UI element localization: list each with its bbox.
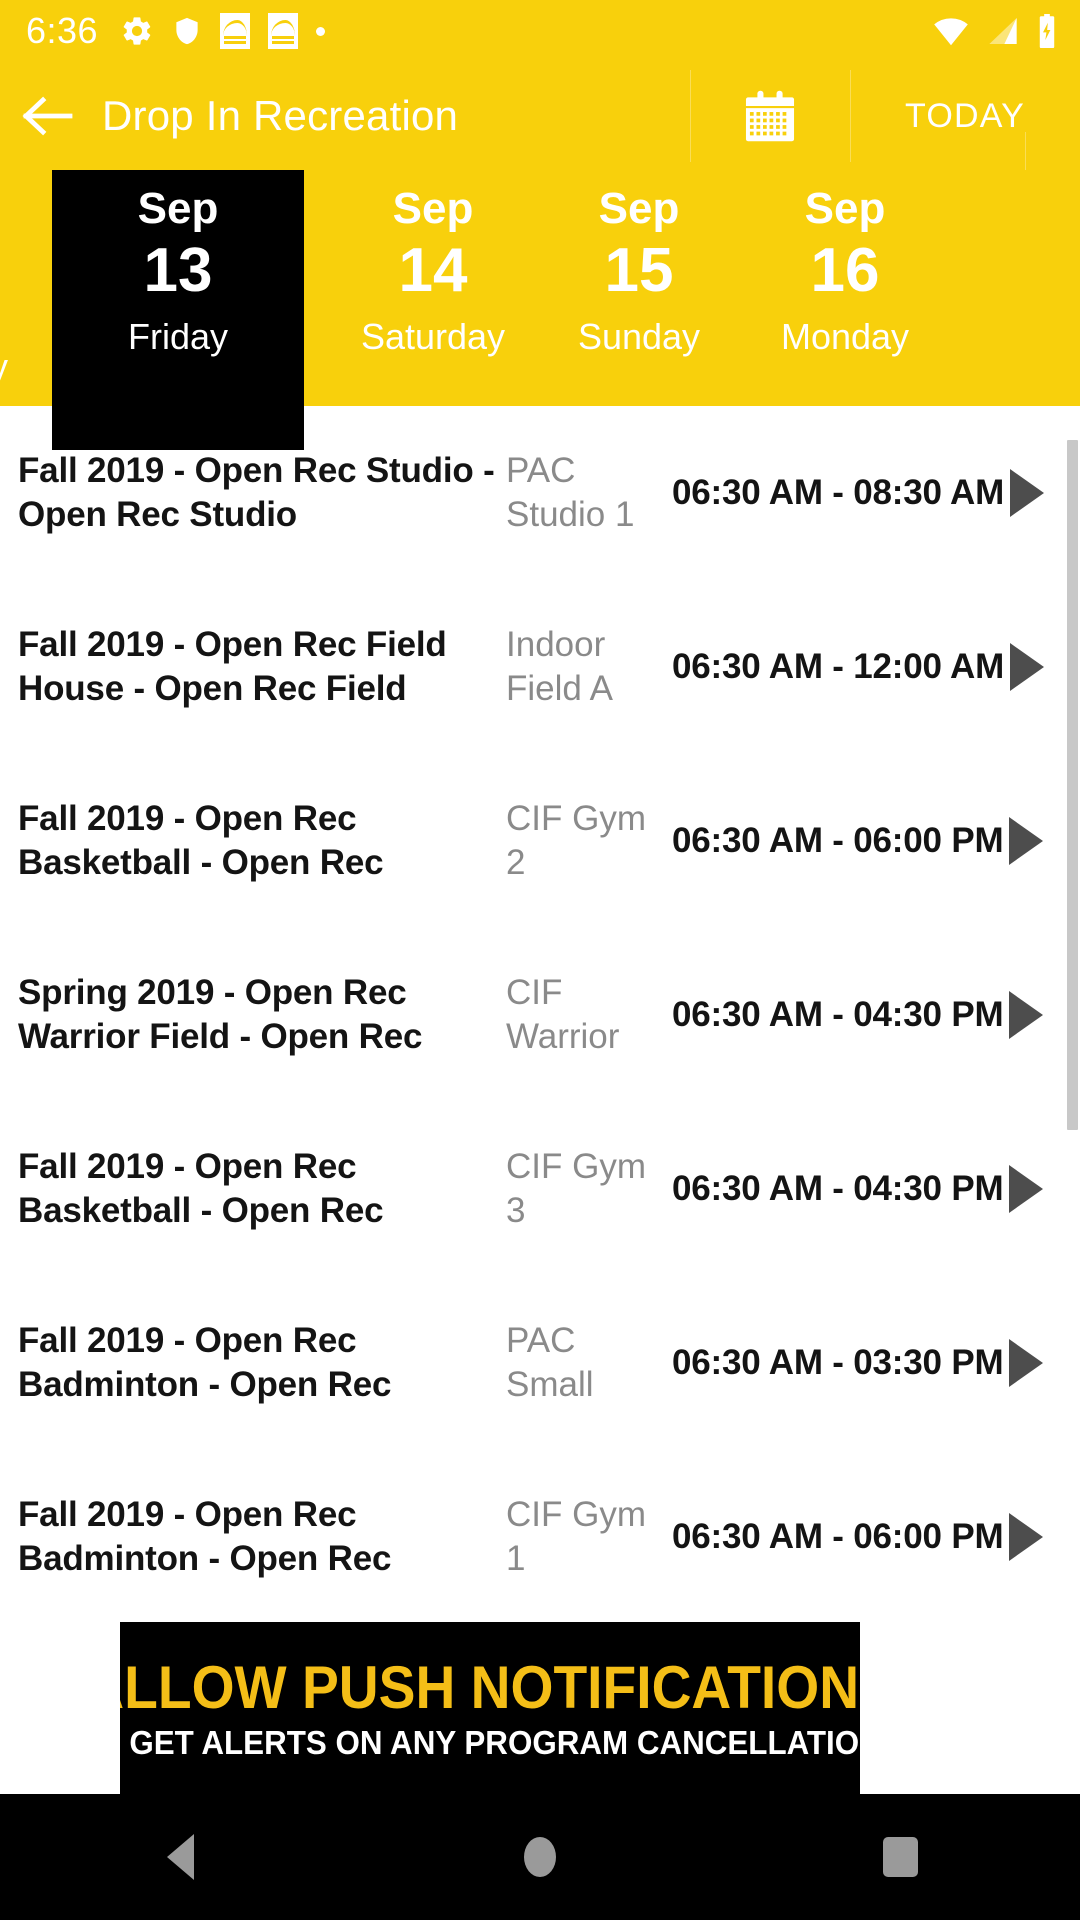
nav-recents-icon — [882, 1837, 918, 1877]
back-button[interactable] — [0, 62, 96, 170]
row-program-title: Spring 2019 - Open Rec Warrior Field - O… — [18, 972, 423, 1056]
app-screen: 6:36 Drop In Recreation TODAY Sep 13 Fri… — [0, 0, 1080, 1920]
row-location: PAC Small — [506, 1320, 594, 1404]
calendar-button[interactable] — [690, 62, 850, 170]
today-button[interactable]: TODAY — [850, 62, 1080, 170]
date-tab-month: Sep — [804, 184, 886, 233]
row-location: CIF Warrior — [506, 972, 620, 1056]
row-program-title: Fall 2019 - Open Rec Studio - Open Rec S… — [18, 450, 495, 534]
row-program-title: Fall 2019 - Open Rec Field House - Open … — [18, 624, 447, 708]
date-strip: y Sep 13 Friday Sep 14 Saturday Sep 15 S… — [0, 170, 1080, 450]
row-time-range: 06:30 AM - 04:30 PM — [672, 1169, 1004, 1208]
chevron-right-icon[interactable] — [1004, 469, 1050, 517]
battery-charging-icon — [1039, 14, 1055, 48]
date-tab-day: 14 — [398, 236, 468, 306]
app-notification-icon — [268, 13, 299, 49]
nav-recents-button[interactable] — [720, 1794, 1080, 1920]
row-time-range: 06:30 AM - 12:00 AM — [672, 647, 1005, 686]
row-location: CIF Gym 2 — [506, 798, 646, 882]
table-row[interactable]: Fall 2019 - Open Rec Basketball - Open R… — [0, 754, 1080, 928]
status-bar-notification-icons — [120, 13, 932, 49]
row-location: PAC Studio 1 — [506, 450, 635, 534]
chevron-right-icon[interactable] — [1004, 643, 1050, 691]
date-tab-month: Sep — [392, 184, 474, 233]
row-program-title: Fall 2019 - Open Rec Badminton - Open Re… — [18, 1494, 392, 1578]
banner-headline: ALLOW PUSH NOTIFICATIONS — [120, 1653, 860, 1721]
row-program-title: Fall 2019 - Open Rec Basketball - Open R… — [18, 1146, 384, 1230]
banner-subtext: TO GET ALERTS ON ANY PROGRAM CANCELLATIO… — [120, 1723, 860, 1761]
chevron-right-icon[interactable] — [1003, 991, 1049, 1039]
table-row[interactable]: Fall 2019 - Open Rec Basketball - Open R… — [0, 1102, 1080, 1276]
list-scrollbar[interactable] — [1067, 440, 1078, 1130]
calendar-icon — [745, 90, 795, 142]
date-tab-weekday: Monday — [780, 316, 910, 358]
date-tab-weekday: Sunday — [577, 316, 701, 358]
date-tab-day: 16 — [810, 236, 880, 306]
date-tab-day: 13 — [143, 236, 213, 306]
app-notification-icon — [220, 13, 251, 49]
status-bar: 6:36 — [0, 0, 1080, 62]
table-row[interactable]: Fall 2019 - Open Rec Badminton - Open Re… — [0, 1450, 1080, 1621]
wifi-icon — [934, 18, 968, 46]
row-program-title: Fall 2019 - Open Rec Basketball - Open R… — [18, 798, 384, 882]
row-time-range: 06:30 AM - 03:30 PM — [672, 1343, 1004, 1382]
row-time-range: 06:30 AM - 06:00 PM — [672, 821, 1004, 860]
row-location: Indoor Field A — [506, 624, 613, 708]
date-tab-previous-partial[interactable]: y — [0, 170, 8, 406]
table-row[interactable]: Spring 2019 - Open Rec Warrior Field - O… — [0, 928, 1080, 1102]
gear-icon — [123, 17, 151, 45]
nav-back-icon — [166, 1834, 194, 1880]
nav-home-button[interactable] — [360, 1794, 720, 1920]
status-clock: 6:36 — [26, 10, 99, 51]
nav-home-icon — [524, 1837, 556, 1877]
shield-icon — [176, 17, 198, 45]
row-location: CIF Gym 1 — [506, 1494, 646, 1578]
row-time-range: 06:30 AM - 06:00 PM — [672, 1517, 1004, 1556]
push-notifications-ad-banner[interactable]: ALLOW PUSH NOTIFICATIONS TO GET ALERTS O… — [120, 1622, 860, 1794]
date-tab-month: Sep — [137, 184, 219, 233]
chevron-right-icon[interactable] — [1003, 1513, 1049, 1561]
row-location: CIF Gym 3 — [506, 1146, 646, 1230]
nav-back-button[interactable] — [0, 1794, 360, 1920]
row-time-range: 06:30 AM - 08:30 AM — [672, 473, 1005, 512]
chevron-right-icon[interactable] — [1003, 1165, 1049, 1213]
date-tab-day: 15 — [604, 236, 674, 306]
date-tab-sep-13[interactable]: Sep 13 Friday — [52, 170, 304, 450]
page-title: Drop In Recreation — [102, 92, 459, 139]
app-bar: Drop In Recreation TODAY — [0, 62, 1080, 224]
dot-icon — [316, 26, 326, 36]
table-row[interactable]: Fall 2019 - Open Rec Field House - Open … — [0, 580, 1080, 754]
schedule-list[interactable]: Fall 2019 - Open Rec Studio - Open Rec S… — [0, 406, 1080, 1621]
row-time-range: 06:30 AM - 04:30 PM — [672, 995, 1004, 1034]
date-tab-weekday: Friday — [127, 316, 229, 358]
android-navigation-bar — [0, 1794, 1080, 1920]
chevron-right-icon[interactable] — [1003, 1339, 1049, 1387]
arrow-left-icon — [22, 96, 73, 136]
row-program-title: Fall 2019 - Open Rec Badminton - Open Re… — [18, 1320, 392, 1404]
date-tab-month: Sep — [598, 184, 680, 233]
chevron-right-icon[interactable] — [1003, 817, 1049, 865]
date-tab-sep-16[interactable]: Sep 16 Monday — [719, 170, 971, 406]
status-bar-system-icons — [932, 14, 1058, 48]
table-row[interactable]: Fall 2019 - Open Rec Badminton - Open Re… — [0, 1276, 1080, 1450]
cellular-signal-icon — [989, 18, 1017, 44]
date-tab-weekday: Saturday — [360, 316, 506, 358]
